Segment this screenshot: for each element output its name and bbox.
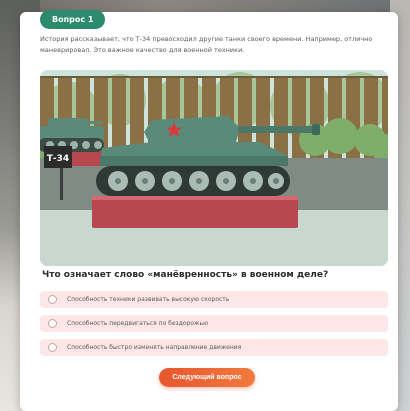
next-question-button[interactable]: Следующий вопрос [159, 368, 255, 387]
radio-icon[interactable] [48, 319, 57, 328]
question-text: Что означает слово «манёвренность» в вое… [42, 270, 329, 280]
answer-option-3[interactable]: Способность быстро изменять направление … [40, 339, 388, 356]
radio-icon[interactable] [48, 343, 57, 352]
radio-icon[interactable] [48, 295, 57, 304]
intro-text: История рассказывает, что Т-34 превосход… [40, 35, 373, 54]
tank-illustration: Т-34 [40, 70, 388, 266]
question-badge: Вопрос 1 [40, 10, 106, 29]
answer-option-1[interactable]: Способность техники развивать высокую ск… [40, 291, 388, 308]
answer-option-label: Способность техники развивать высокую ск… [67, 296, 230, 303]
sign-label: Т-34 [47, 154, 69, 164]
answer-option-label: Способность передвигаться по бездорожью [67, 320, 209, 327]
answer-option-2[interactable]: Способность передвигаться по бездорожью [40, 315, 388, 332]
answer-option-label: Способность быстро изменять направление … [67, 344, 242, 351]
